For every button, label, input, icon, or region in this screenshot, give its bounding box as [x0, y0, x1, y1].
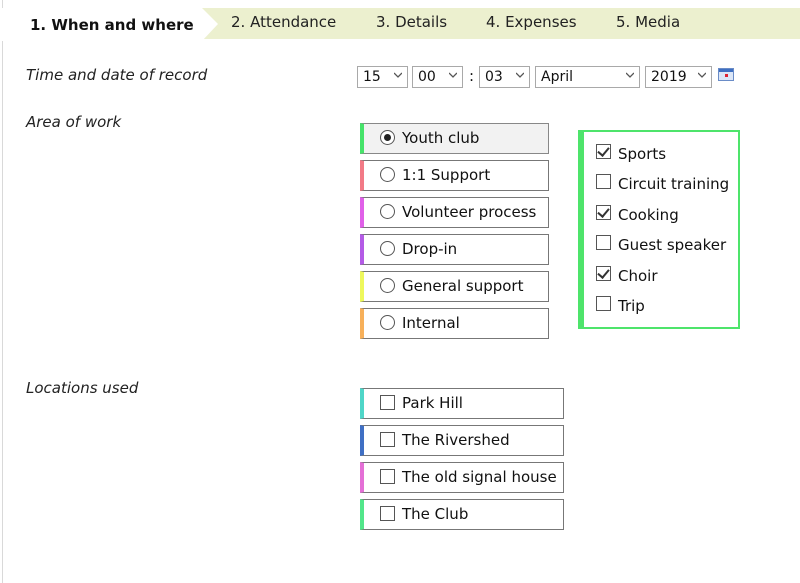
option-label: Youth club [402, 129, 480, 147]
minute-select[interactable]: 00 [412, 66, 463, 88]
radio-button[interactable] [380, 167, 395, 182]
chevron-down-icon [516, 72, 524, 78]
year-value: 2019 [651, 69, 687, 85]
option-label: Internal [402, 314, 460, 332]
activity-label: Sports [618, 145, 667, 163]
checkbox[interactable] [380, 432, 395, 447]
area-option-internal[interactable]: Internal [360, 308, 549, 339]
location-old-signal-house[interactable]: The old signal house [360, 462, 564, 493]
area-option-youth-club[interactable]: Youth club [360, 123, 549, 154]
chevron-down-icon [626, 72, 634, 78]
year-select[interactable]: 2019 [645, 66, 712, 88]
hour-value: 15 [363, 69, 381, 85]
checkbox[interactable] [596, 174, 611, 189]
activity-choir[interactable]: Choir [596, 263, 741, 289]
month-select[interactable]: April [535, 66, 640, 88]
month-value: April [541, 69, 573, 85]
radio-button[interactable] [380, 241, 395, 256]
area-option-1-1-support[interactable]: 1:1 Support [360, 160, 549, 191]
radio-button[interactable] [380, 130, 395, 145]
option-label: 1:1 Support [402, 166, 491, 184]
chevron-down-icon [394, 72, 402, 78]
tab-bar: 1. When and where 2. Attendance 3. Detai… [2, 8, 800, 41]
option-label: Volunteer process [402, 203, 537, 221]
time-date-label: Time and date of record [26, 66, 208, 84]
tab-expenses[interactable]: 4. Expenses [486, 8, 577, 39]
radio-button[interactable] [380, 315, 395, 330]
activity-label: Circuit training [618, 175, 730, 193]
area-option-general-support[interactable]: General support [360, 271, 549, 302]
option-label: General support [402, 277, 524, 295]
area-option-volunteer-process[interactable]: Volunteer process [360, 197, 549, 228]
activity-cooking[interactable]: Cooking [596, 202, 741, 228]
locations-label: Locations used [26, 379, 139, 397]
option-label: Drop-in [402, 240, 458, 258]
location-the-club[interactable]: The Club [360, 499, 564, 530]
activity-guest-speaker[interactable]: Guest speaker [596, 232, 741, 258]
activity-label: Trip [618, 297, 645, 315]
calendar-icon[interactable] [718, 68, 734, 81]
chevron-down-icon [449, 72, 457, 78]
activity-label: Choir [618, 267, 658, 285]
activity-sports[interactable]: Sports [596, 141, 741, 167]
checkbox[interactable] [596, 235, 611, 250]
location-the-rivershed[interactable]: The Rivershed [360, 425, 564, 456]
checkbox[interactable] [596, 266, 611, 281]
area-option-drop-in[interactable]: Drop-in [360, 234, 549, 265]
tab-when-and-where[interactable]: 1. When and where [2, 8, 218, 41]
second-value: 03 [485, 69, 503, 85]
location-label: Park Hill [402, 394, 463, 412]
area-of-work-label: Area of work [26, 113, 122, 131]
tab-attendance[interactable]: 2. Attendance [231, 8, 336, 39]
activity-trip[interactable]: Trip [596, 293, 741, 319]
activity-label: Cooking [618, 206, 679, 224]
location-label: The Club [402, 505, 469, 523]
checkbox[interactable] [380, 469, 395, 484]
activity-label: Guest speaker [618, 236, 727, 254]
checkbox[interactable] [596, 144, 611, 159]
tab-details[interactable]: 3. Details [376, 8, 447, 39]
checkbox[interactable] [596, 296, 611, 311]
checkbox[interactable] [380, 395, 395, 410]
tab-media[interactable]: 5. Media [616, 8, 680, 39]
checkbox[interactable] [596, 205, 611, 220]
youth-club-activities-panel: Sports Circuit training Cooking Guest sp… [578, 130, 740, 329]
minute-value: 00 [418, 69, 436, 85]
radio-button[interactable] [380, 204, 395, 219]
second-select[interactable]: 03 [479, 66, 530, 88]
location-label: The old signal house [402, 468, 557, 486]
chevron-down-icon [698, 72, 706, 78]
location-park-hill[interactable]: Park Hill [360, 388, 564, 419]
location-label: The Rivershed [402, 431, 510, 449]
checkbox[interactable] [380, 506, 395, 521]
radio-button[interactable] [380, 278, 395, 293]
hour-select[interactable]: 15 [357, 66, 408, 88]
activity-circuit-training[interactable]: Circuit training [596, 171, 741, 197]
time-separator: : [469, 67, 475, 85]
